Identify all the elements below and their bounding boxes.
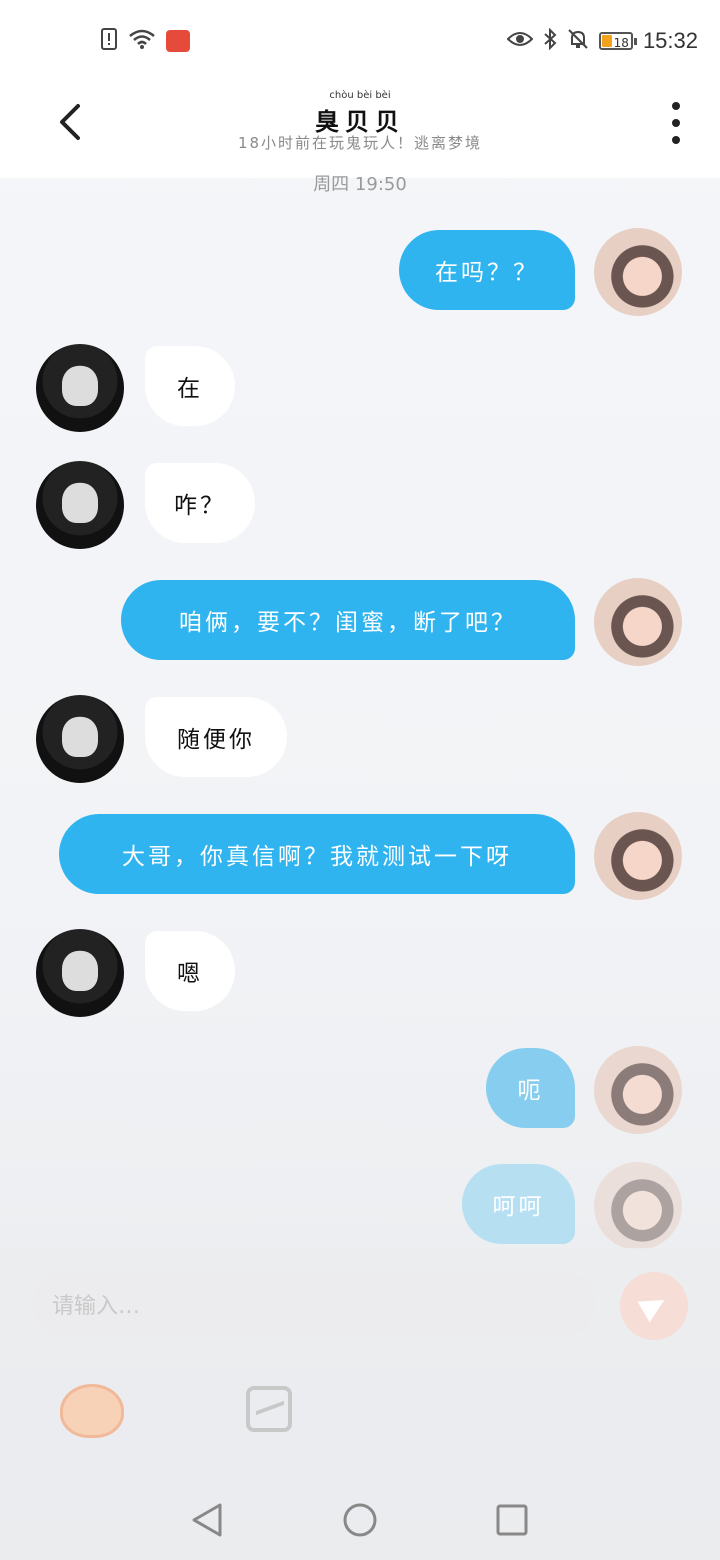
sim-alert-icon xyxy=(100,28,118,54)
my-avatar[interactable] xyxy=(594,228,682,316)
message-bubble-in[interactable]: 随便你 xyxy=(145,697,287,777)
message-bubble-in[interactable]: 在 xyxy=(145,346,235,426)
battery-icon: 18 xyxy=(598,32,637,50)
nav-back-button[interactable] xyxy=(190,1502,224,1542)
clock: 15:32 xyxy=(642,28,698,53)
mute-bell-icon xyxy=(567,28,589,54)
my-avatar[interactable] xyxy=(594,1162,682,1250)
system-nav-bar xyxy=(0,1480,720,1560)
circle-home-icon xyxy=(343,1503,377,1537)
send-button[interactable] xyxy=(620,1272,688,1340)
emoji-icon[interactable] xyxy=(60,1384,124,1438)
my-avatar[interactable] xyxy=(594,1046,682,1134)
contact-avatar[interactable] xyxy=(36,461,124,549)
contact-avatar[interactable] xyxy=(36,695,124,783)
nav-home-button[interactable] xyxy=(342,1502,378,1542)
eye-icon xyxy=(506,29,534,53)
bluetooth-icon xyxy=(543,27,557,54)
status-bar: 18 15:32 xyxy=(0,0,720,86)
chat-subtitle: 18小时前在玩鬼玩人！逃离梦境 xyxy=(237,134,483,152)
title-pinyin: chòu bèi bèi xyxy=(329,90,391,101)
date-label: 周四 19:50 xyxy=(313,174,407,195)
message-bubble-out[interactable]: 在吗？？ xyxy=(399,230,575,310)
status-right: 18 15:32 xyxy=(506,27,698,54)
message-input[interactable]: 请输入… xyxy=(32,1272,596,1336)
contact-avatar[interactable] xyxy=(36,929,124,1017)
status-left xyxy=(100,28,190,54)
wifi-icon xyxy=(128,28,156,54)
message-bubble-in[interactable]: 嗯 xyxy=(145,931,235,1011)
chat-header: chòu bèi bèi 臭贝贝 18小时前在玩鬼玩人！逃离梦境 xyxy=(0,86,720,178)
square-recents-icon xyxy=(496,1504,528,1536)
my-avatar[interactable] xyxy=(594,578,682,666)
contact-avatar[interactable] xyxy=(36,344,124,432)
nav-recents-button[interactable] xyxy=(496,1504,528,1540)
more-vertical-icon xyxy=(672,102,680,110)
message-bubble-out[interactable]: 咱俩，要不？闺蜜，断了吧？ xyxy=(121,580,575,660)
message-bubble-in[interactable]: 咋？ xyxy=(145,463,255,543)
message-bubble-out[interactable]: 呵呵 xyxy=(462,1164,575,1244)
image-icon[interactable] xyxy=(246,1386,292,1432)
more-button[interactable] xyxy=(670,102,682,146)
message-bubble-out[interactable]: 大哥，你真信啊？我就测试一下呀 xyxy=(59,814,575,894)
triangle-back-icon xyxy=(192,1503,222,1537)
message-bubble-out[interactable]: 呃 xyxy=(486,1048,575,1128)
my-avatar[interactable] xyxy=(594,812,682,900)
app-notification-icon xyxy=(166,30,190,52)
